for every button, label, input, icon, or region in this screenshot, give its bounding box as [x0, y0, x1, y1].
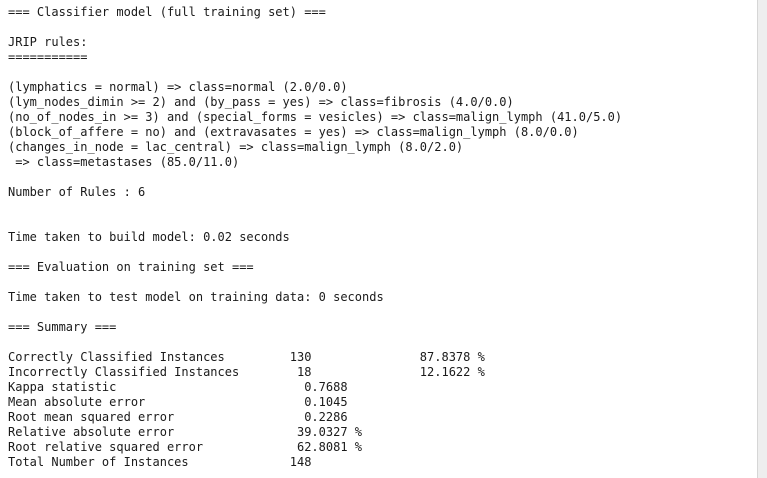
summary-line: Kappa statistic 0.7688 [8, 380, 348, 394]
classifier-output-panel[interactable]: === Classifier model (full training set)… [0, 0, 757, 478]
summary-line: Root mean squared error 0.2286 [8, 410, 348, 424]
summary-line: Correctly Classified Instances 130 87.83… [8, 350, 485, 364]
summary-line: Incorrectly Classified Instances 18 12.1… [8, 365, 485, 379]
test-time: Time taken to test model on training dat… [8, 290, 384, 304]
rule-line: (block_of_affere = no) and (extravasates… [8, 125, 579, 139]
summary-header: === Summary === [8, 320, 117, 334]
rule-line: (no_of_nodes_in >= 3) and (special_forms… [8, 110, 623, 124]
rules-underline: =========== [8, 50, 88, 64]
evaluation-header: === Evaluation on training set === [8, 260, 254, 274]
build-time: Time taken to build model: 0.02 seconds [8, 230, 290, 244]
rule-line: (lym_nodes_dimin >= 2) and (by_pass = ye… [8, 95, 514, 109]
number-of-rules: Number of Rules : 6 [8, 185, 146, 199]
summary-line: Root relative squared error 62.8081 % [8, 440, 363, 454]
rule-line: (changes_in_node = lac_central) => class… [8, 140, 464, 154]
rule-line: => class=metastases (85.0/11.0) [8, 155, 240, 169]
model-header: === Classifier model (full training set)… [8, 5, 326, 19]
summary-line: Total Number of Instances 148 [8, 455, 312, 469]
summary-line: Relative absolute error 39.0327 % [8, 425, 363, 439]
summary-line: Mean absolute error 0.1045 [8, 395, 348, 409]
vertical-scrollbar[interactable] [757, 0, 767, 478]
rules-title: JRIP rules: [8, 35, 88, 49]
rule-line: (lymphatics = normal) => class=normal (2… [8, 80, 348, 94]
